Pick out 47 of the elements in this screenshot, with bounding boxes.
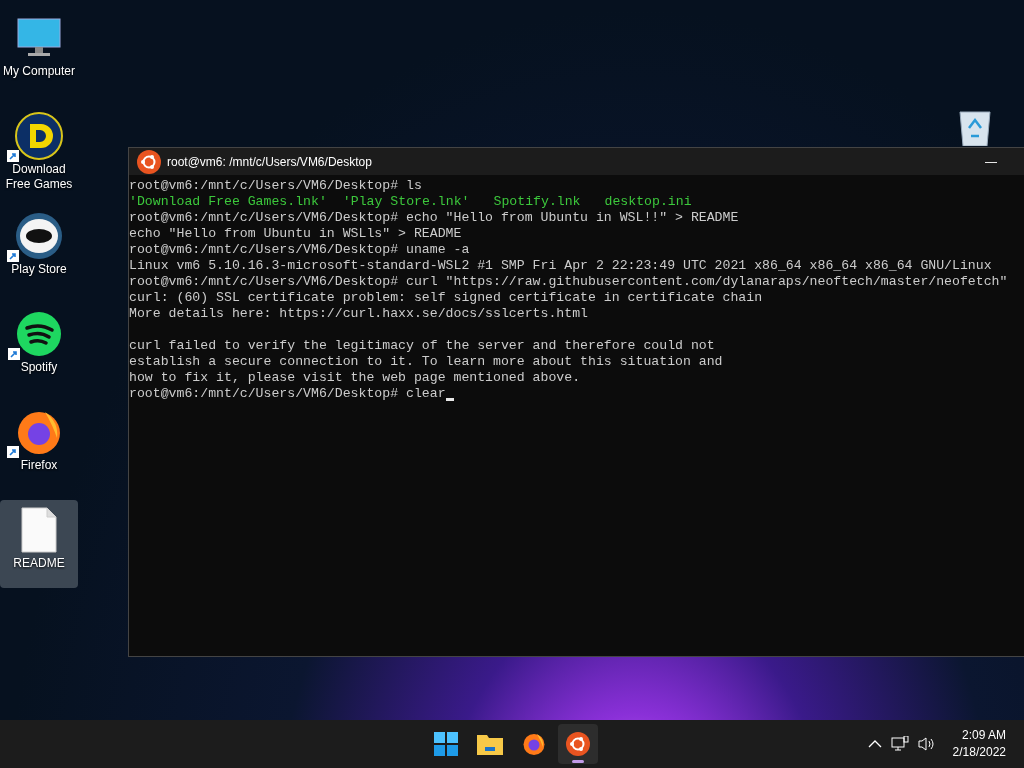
icon-label: Play Store [10,262,68,277]
minimize-button[interactable]: — [977,152,1005,171]
output-line: Linux vm6 5.10.16.3-microsoft-standard-WSL2 #1 SMP Fri Apr 2 22:23:49 UTC 2021 x86_64 x86_64 x86_64 GNU/Linux [129,258,993,274]
spotify-icon [16,311,62,357]
command-line: root@vm6:/mnt/c/Users/VM6/Desktop# echo "Hello from Ubuntu in WSL!!" > README [129,210,739,226]
output-line: More details here: https://curl.haxx.se/docs/sslcerts.html [129,306,589,322]
desktop-icon[interactable]: Download Free Games [0,106,78,196]
file-name: 'Download Free Games.lnk' [129,194,327,210]
output-line: establish a secure connection to it. To learn more about this situation and [129,354,724,370]
icon-label: README [12,556,66,571]
ubuntu-logo-icon [566,732,590,756]
icon-label: Download Free Games [4,162,74,192]
chevron-up-icon[interactable] [867,740,882,748]
command-line: root@vm6:/mnt/c/Users/VM6/Desktop# ls [129,178,422,194]
document-icon [21,507,57,553]
output-line: how to fix it, please visit the web page mentioned above. [129,370,582,386]
active-indicator [572,760,584,763]
icon-label: Firefox [19,458,59,473]
windows-logo-icon [434,732,458,756]
command-line: root@vm6:/mnt/c/Users/VM6/Desktop# uname -a [129,242,470,258]
speaker-icon[interactable] [917,736,936,752]
folder-icon [477,733,503,755]
disc-letter-d-icon [15,112,63,160]
output-line: curl: (60) SSL certificate problem: self signed certificate in certificate chain [129,290,764,306]
ubuntu-logo-icon [137,149,161,174]
output-line: curl failed to verify the legitimacy of the server and therefore could not [129,338,716,354]
output-line: echo "Hello from Ubuntu in WSLls" > README [129,226,463,242]
desktop-icon[interactable]: README [0,500,78,588]
desktop-icon[interactable]: Spotify [0,304,78,392]
clock-time[interactable]: 2:09 AM [961,727,1006,744]
file-name: desktop.ini [604,194,692,210]
monitor-icon [17,18,61,58]
firefox-icon [522,732,546,756]
file-name: 'Play Store.lnk' [342,194,470,210]
command-line: root@vm6:/mnt/c/Users/VM6/Desktop# clear [129,386,446,402]
file-name: Spotify.lnk [493,194,581,210]
desktop-icon[interactable]: Play Store [0,206,78,294]
clock-date[interactable]: 2/18/2022 [952,744,1006,761]
window-title: root@vm6: /mnt/c/Users/VM6/Desktop [167,153,372,171]
network-monitor-icon[interactable] [890,736,909,752]
icon-label: Spotify [19,360,59,375]
icon-label: My Computer [2,64,76,79]
command-line: root@vm6:/mnt/c/Users/VM6/Desktop# curl "https://raw.githubusercontent.com/dylanaraps/neoftech/master/neofetch" [129,274,1008,290]
taskbar-app-button[interactable] [558,724,598,764]
desktop-icon[interactable]: Firefox [0,402,78,490]
helmet-icon [15,212,63,260]
desktop-icon[interactable]: My Computer [0,8,78,96]
